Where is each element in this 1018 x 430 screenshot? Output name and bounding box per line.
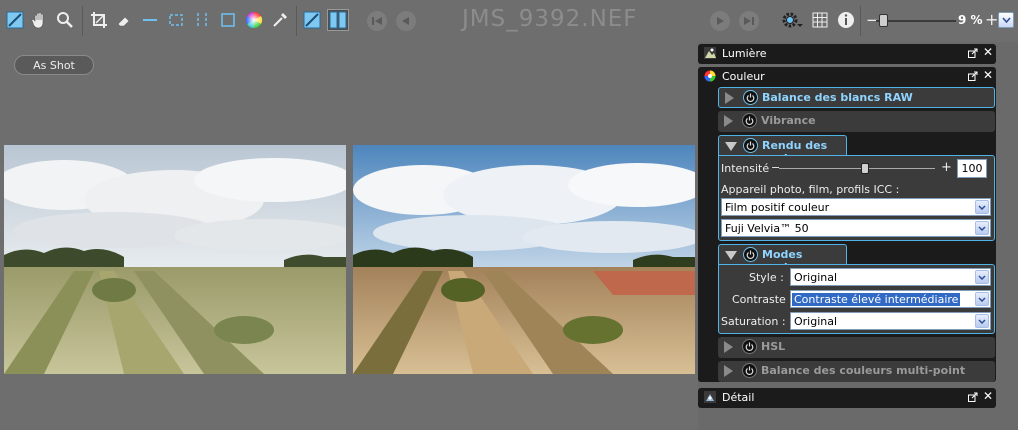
expand-arrow-icon[interactable] [725,92,734,104]
saturation-select[interactable]: Original [790,312,991,330]
power-icon[interactable] [743,138,758,153]
settings-icon[interactable] [780,10,804,30]
info-icon[interactable] [836,10,856,30]
zoom-icon[interactable] [55,10,75,30]
section-title: Balance des blancs RAW [762,91,913,104]
contraste-value: Contraste élevé intermédiaire [792,293,961,306]
collapse-arrow-icon[interactable] [725,251,737,260]
chevron-down-icon[interactable] [975,200,989,214]
chevron-down-icon [1001,17,1011,23]
panel-couleur-title: Couleur [722,70,765,83]
grid-icon[interactable] [810,10,830,30]
section-rendu-header[interactable]: Rendu des couleurs [718,135,847,165]
color-wheel-icon[interactable] [244,10,264,30]
power-icon[interactable] [743,247,758,262]
section-title: Vibrance [761,114,816,127]
film-type-select[interactable]: Film positif couleur [721,198,991,216]
next-image-icon[interactable] [710,11,730,31]
intensite-slider-handle[interactable] [860,163,869,174]
lumiere-icon [704,47,716,59]
intensite-value-field[interactable]: 100 [957,159,987,178]
zoom-value: 9 % [958,13,983,27]
expand-arrow-icon[interactable] [724,365,733,377]
compare-icon[interactable] [5,10,25,30]
original-photo[interactable] [4,145,346,374]
first-image-icon[interactable] [367,11,387,31]
panel-couleur-header[interactable]: Couleur ✕ [698,67,996,87]
eyedropper-icon[interactable] [270,10,290,30]
section-hsl[interactable]: HSL [718,337,995,358]
close-icon[interactable]: ✕ [983,45,993,59]
contraste-label: Contraste [732,293,786,306]
split-view-icon[interactable] [327,9,349,31]
close-icon[interactable]: ✕ [983,68,993,82]
chevron-down-icon[interactable] [975,270,989,284]
section-balance-raw[interactable]: Balance des blancs RAW [718,87,995,108]
intensite-label: Intensité [721,162,770,175]
fit-vertical-icon[interactable] [192,10,212,30]
edited-photo[interactable] [353,145,695,374]
panel-detail-header[interactable]: Détail ✕ [698,388,996,408]
fit-both-icon[interactable] [218,10,238,30]
single-view-icon[interactable] [302,10,322,30]
popout-icon[interactable] [968,392,978,402]
saturation-value: Original [794,315,838,328]
intensite-slider[interactable] [779,168,935,169]
contraste-select[interactable]: Contraste élevé intermédiaire [790,290,991,308]
toolbar-separator [296,6,297,36]
toolbar-separator [82,6,83,36]
section-vibrance[interactable]: Vibrance [718,111,995,132]
power-icon[interactable] [743,90,758,105]
section-modes-header[interactable]: Modes couleur [718,244,847,274]
white-balance-as-shot-button[interactable]: As Shot [14,55,94,75]
file-title: JMS_9392.NEF [462,6,638,32]
popout-icon[interactable] [968,48,978,58]
film-type-value: Film positif couleur [725,201,830,214]
collapse-arrow-icon[interactable] [725,142,737,151]
section-rendu-body: Intensité − + 100 Appareil photo, film, … [718,155,995,241]
film-profile-value: Fuji Velvia™ 50 [725,222,809,235]
power-icon[interactable] [742,339,757,354]
film-profile-select[interactable]: Fuji Velvia™ 50 [721,219,991,237]
power-icon[interactable] [742,363,757,378]
top-toolbar: JMS_9392.NEF − 9 % + [0,0,1018,42]
zoom-dropdown[interactable] [998,12,1014,28]
fit-icon[interactable] [166,10,186,30]
zoom-slider[interactable] [876,20,956,22]
chevron-down-icon[interactable] [975,221,989,235]
panel-couleur-body: Balance des blancs RAW Vibrance Rendu de… [698,87,996,382]
section-title: Balance des couleurs multi-point [761,364,966,377]
detail-icon [704,391,716,403]
toolbar-separator [860,6,861,36]
prev-image-icon[interactable] [396,11,416,31]
last-image-icon[interactable] [739,11,759,31]
crop-icon[interactable] [89,10,109,30]
section-modes-body: Style : Original Contraste Contraste éle… [718,264,995,334]
eraser-icon[interactable] [114,10,134,30]
saturation-label: Saturation : [721,315,786,328]
zoom-in-button[interactable]: + [985,10,998,29]
close-icon[interactable]: ✕ [983,389,993,403]
chevron-down-icon[interactable] [975,292,989,306]
zoom-slider-handle[interactable] [879,14,888,27]
power-icon[interactable] [742,113,757,128]
straighten-icon[interactable] [140,10,160,30]
icc-profiles-label: Appareil photo, film, profils ICC : [721,183,900,196]
chevron-down-icon[interactable] [975,314,989,328]
style-label: Style : [749,271,784,284]
popout-icon[interactable] [968,71,978,81]
panel-lumiere-header[interactable]: Lumière ✕ [698,44,996,64]
panel-detail-title: Détail [722,391,755,404]
section-title: HSL [761,340,786,353]
couleur-icon [704,70,716,82]
hand-icon[interactable] [30,10,50,30]
expand-arrow-icon[interactable] [724,341,733,353]
style-value: Original [794,271,838,284]
section-multipoint[interactable]: Balance des couleurs multi-point [718,361,995,382]
adjustments-panel: Lumière ✕ Couleur ✕ Balance des blancs R… [698,42,1018,430]
expand-arrow-icon[interactable] [724,115,733,127]
intensite-increase-button[interactable]: + [941,160,952,175]
style-select[interactable]: Original [790,268,991,286]
panel-lumiere-title: Lumière [722,47,767,60]
